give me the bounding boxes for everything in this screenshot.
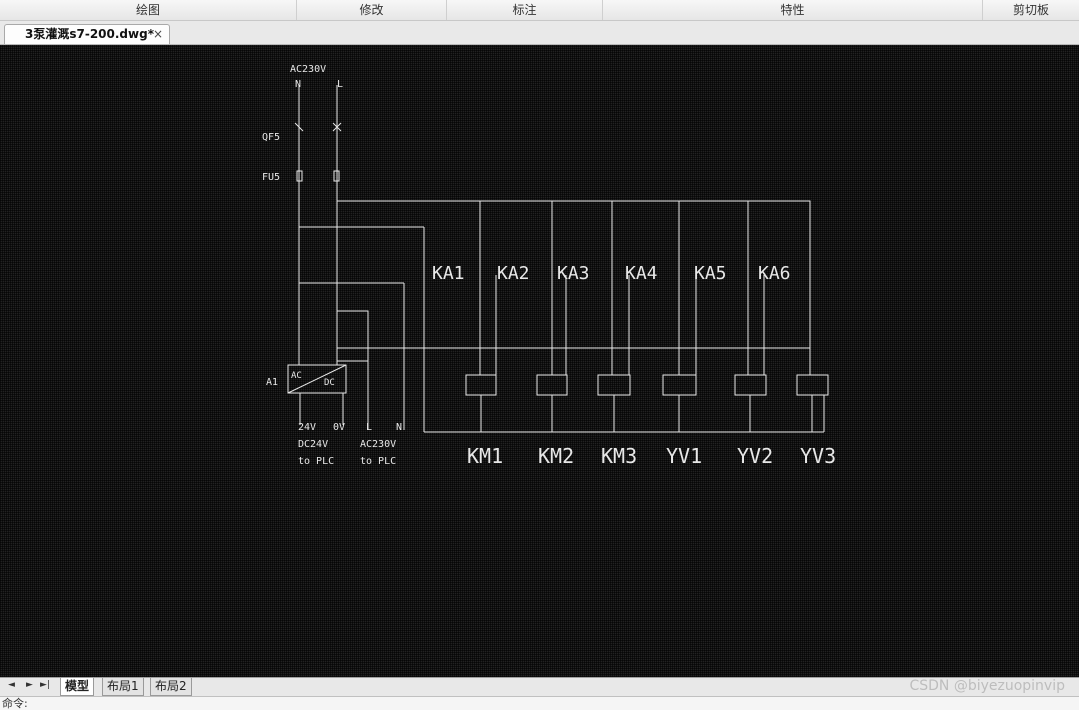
psu-dc-label: DC — [324, 378, 335, 388]
file-tab-label: 3泵灌溉s7-200.dwg* — [25, 27, 154, 41]
ribbon-panel-properties[interactable]: 特性 — [603, 0, 983, 20]
line-label: L — [337, 79, 343, 90]
tab-model[interactable]: 模型 — [60, 678, 95, 696]
watermark: CSDN @biyezuopinvip — [909, 678, 1065, 694]
psu-ref-label: A1 — [266, 377, 278, 388]
ribbon-panel-bar: 绘图 修改 标注 特性 剪切板 — [0, 0, 1079, 21]
relay-label-ka5: KA5 — [694, 263, 727, 284]
load-label-yv3: YV3 — [800, 444, 836, 468]
load-label-km2: KM2 — [538, 444, 574, 468]
load-label-yv2: YV2 — [737, 444, 773, 468]
relay-label-ka4: KA4 — [625, 263, 658, 284]
first-layout-icon[interactable]: ◄ — [8, 680, 15, 690]
last-layout-icon[interactable]: ►| — [40, 680, 50, 690]
drawing-canvas[interactable]: AC230V N L QF5 FU5 A1 AC DC 24V 0V L N D… — [0, 45, 1079, 677]
output-l-label: L — [366, 422, 372, 433]
file-tab[interactable]: 3泵灌溉s7-200.dwg* × — [4, 24, 170, 44]
breaker-label: QF5 — [262, 132, 280, 143]
load-label-km1: KM1 — [467, 444, 503, 468]
neutral-label: N — [295, 79, 301, 90]
command-line[interactable]: 命令: — [0, 696, 1079, 710]
ribbon-panel-modify[interactable]: 修改 — [297, 0, 447, 20]
schematic-wires — [287, 85, 829, 433]
ribbon-panel-draw[interactable]: 绘图 — [0, 0, 297, 20]
relay-label-ka1: KA1 — [432, 263, 465, 284]
tab-layout1[interactable]: 布局1 — [102, 678, 144, 696]
load-label-yv1: YV1 — [666, 444, 702, 468]
layout-tab-bar: ◄ ► ►| 模型 布局1 布局2 CSDN @biyezuopinvip — [0, 677, 1079, 696]
file-tab-bar: 3泵灌溉s7-200.dwg* × — [0, 21, 1079, 45]
dc-plc-label-2: to PLC — [298, 456, 334, 467]
dc-plc-label-1: DC24V — [298, 439, 328, 450]
psu-ac-label: AC — [291, 371, 302, 381]
fuse-label: FU5 — [262, 172, 280, 183]
relay-label-ka3: KA3 — [557, 263, 590, 284]
ac-plc-label-1: AC230V — [360, 439, 396, 450]
supply-label: AC230V — [290, 64, 326, 75]
output-0v-label: 0V — [333, 422, 345, 433]
schematic-drawing: AC230V N L QF5 FU5 A1 AC DC 24V 0V L N D… — [262, 64, 836, 468]
output-n-label: N — [396, 422, 402, 433]
ac-plc-label-2: to PLC — [360, 456, 396, 467]
relay-label-ka2: KA2 — [497, 263, 530, 284]
command-prompt: 命令: — [2, 697, 28, 710]
ribbon-panel-annotate[interactable]: 标注 — [447, 0, 603, 20]
next-layout-icon[interactable]: ► — [26, 680, 33, 690]
tab-layout2[interactable]: 布局2 — [150, 678, 192, 696]
relay-label-ka6: KA6 — [758, 263, 791, 284]
close-icon[interactable]: × — [153, 25, 163, 44]
load-label-km3: KM3 — [601, 444, 637, 468]
ribbon-panel-clipboard[interactable]: 剪切板 — [983, 0, 1079, 20]
output-24v-label: 24V — [298, 422, 316, 433]
